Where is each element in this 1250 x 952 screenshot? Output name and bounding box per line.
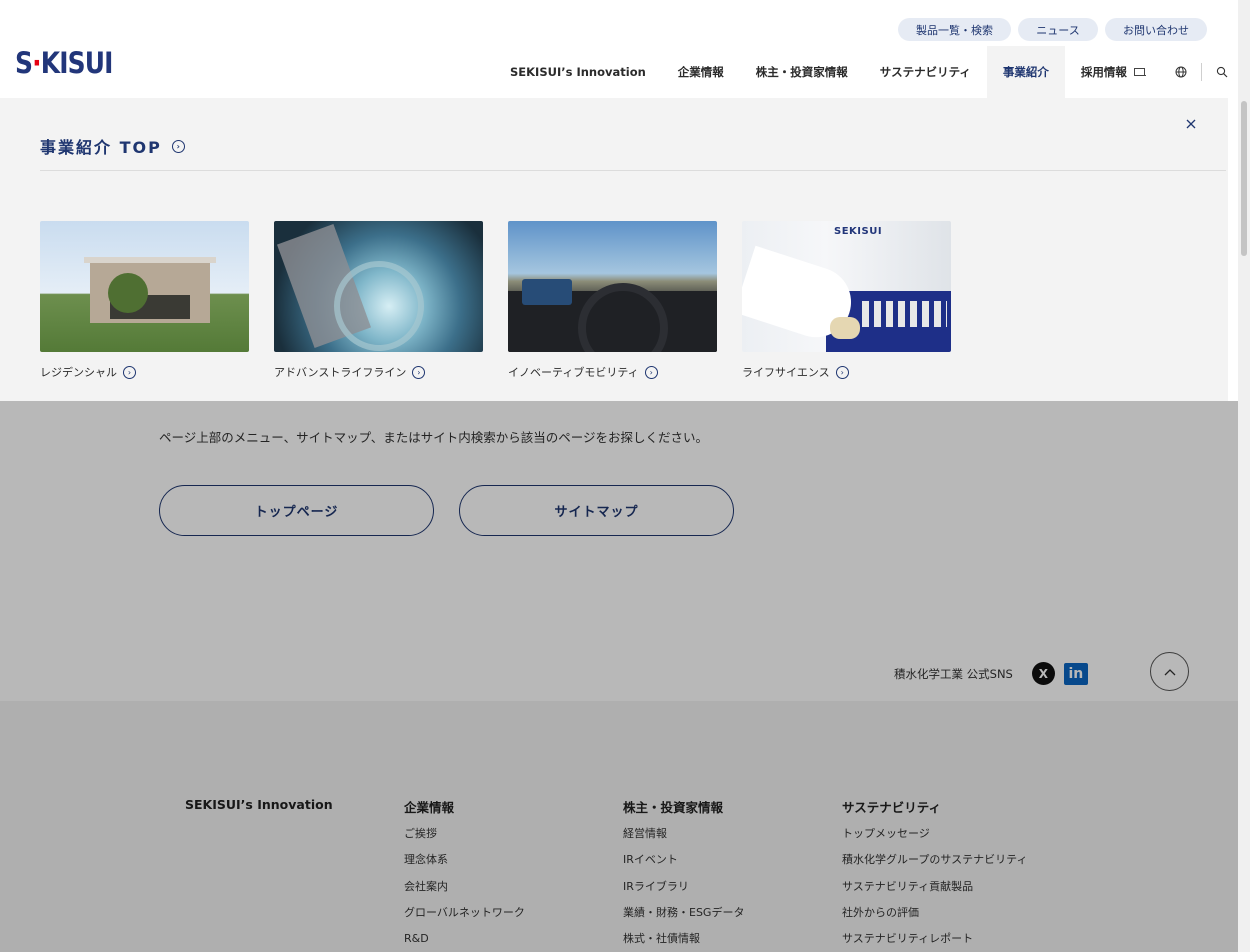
card-label: レジデンシャル › — [40, 364, 249, 380]
nav-recruit-label: 採用情報 — [1080, 65, 1127, 79]
divider — [40, 170, 1226, 171]
main-nav: SEKISUI’s Innovation 企業情報 株主・投資家情報 サステナビ… — [494, 46, 1242, 98]
card-advanced-lifeline[interactable]: アドバンストライフライン › — [274, 221, 483, 380]
sekisui-logo[interactable]: S·KISUI — [15, 46, 113, 80]
search-button[interactable] — [1202, 46, 1242, 98]
card-label-text: イノベーティブモビリティ — [508, 366, 639, 379]
search-icon — [1216, 66, 1228, 78]
site-header: S·KISUI 製品一覧・検索 ニュース お問い合わせ SEKISUI’s In… — [0, 0, 1238, 98]
residential-image — [40, 221, 249, 352]
business-mega-menu: 事業紹介 TOP › レジデンシャル › アドバンストライフライン › イノベー… — [0, 98, 1228, 401]
news-link[interactable]: ニュース — [1018, 18, 1098, 41]
mega-menu-title-link[interactable]: 事業紹介 TOP › — [40, 134, 185, 158]
card-label: アドバンストライフライン › — [274, 364, 483, 380]
dim-overlay[interactable] — [0, 401, 1238, 952]
card-label-text: レジデンシャル — [40, 366, 117, 379]
card-life-science[interactable]: SEKISUI ライフサイエンス › — [742, 221, 951, 380]
mega-menu-title: 事業紹介 TOP — [40, 138, 162, 157]
innovative-mobility-image — [508, 221, 717, 352]
close-icon[interactable] — [1183, 116, 1199, 132]
image-logo-text: SEKISUI — [834, 226, 883, 237]
nav-business[interactable]: 事業紹介 — [986, 46, 1065, 98]
card-label-text: ライフサイエンス — [742, 366, 830, 379]
card-innovative-mobility[interactable]: イノベーティブモビリティ › — [508, 221, 717, 380]
circle-arrow-icon: › — [644, 365, 658, 379]
circle-arrow-icon: › — [835, 365, 849, 379]
globe-icon — [1175, 66, 1187, 78]
circle-arrow-icon: › — [123, 365, 136, 379]
nav-sustainability[interactable]: サステナビリティ — [864, 46, 987, 98]
language-button[interactable] — [1161, 46, 1201, 98]
circle-arrow-icon: › — [412, 365, 426, 379]
external-window-icon — [1133, 68, 1146, 76]
scrollbar-thumb[interactable] — [1241, 101, 1247, 256]
nav-recruit[interactable]: 採用情報 — [1065, 46, 1161, 98]
nav-ir[interactable]: 株主・投資家情報 — [740, 46, 864, 98]
card-label: ライフサイエンス › — [742, 364, 951, 380]
business-cards: レジデンシャル › アドバンストライフライン › イノベーティブモビリティ › — [40, 221, 951, 380]
card-residential[interactable]: レジデンシャル › — [40, 221, 249, 380]
card-label: イノベーティブモビリティ › — [508, 364, 717, 380]
utility-nav: 製品一覧・検索 ニュース お問い合わせ — [898, 18, 1207, 41]
nav-corporate[interactable]: 企業情報 — [662, 46, 740, 98]
life-science-image: SEKISUI — [742, 221, 951, 352]
contact-link[interactable]: お問い合わせ — [1105, 18, 1207, 41]
advanced-lifeline-image — [274, 221, 483, 352]
card-label-text: アドバンストライフライン — [274, 366, 407, 379]
products-search-link[interactable]: 製品一覧・検索 — [898, 18, 1011, 41]
circle-arrow-icon: › — [171, 139, 185, 153]
nav-innovation[interactable]: SEKISUI’s Innovation — [494, 46, 662, 98]
